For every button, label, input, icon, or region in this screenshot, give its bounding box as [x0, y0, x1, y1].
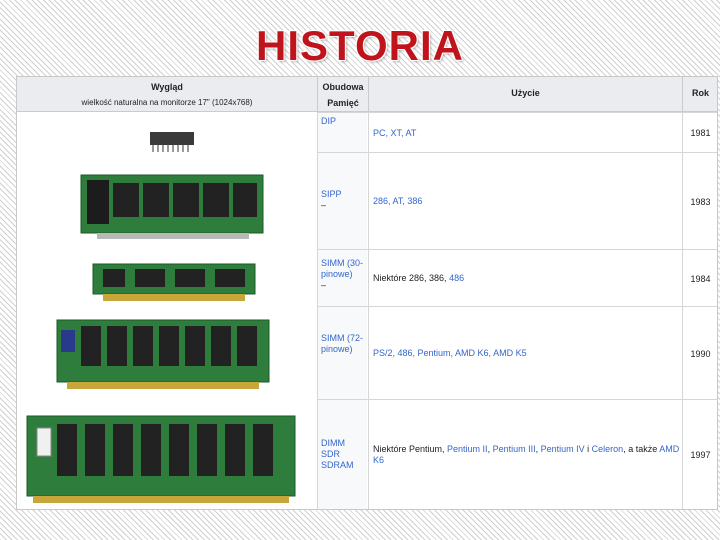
header-use-label: Użycie [511, 88, 540, 98]
table-row-sipp: SIPP – 286, AT, 386 1983 [317, 152, 717, 250]
header-year-label: Rok [691, 88, 709, 98]
header-look-label: Wygląd [151, 82, 183, 92]
header-year: Rok [682, 77, 717, 112]
use-link[interactable]: PC, XT, AT [373, 128, 416, 138]
use-cell: Niektóre 286, 386, 486 [368, 250, 681, 307]
simm72-module-image [56, 319, 270, 389]
year-cell: 1981 [682, 113, 717, 153]
dimm-module-image [26, 415, 296, 503]
module-images-column [17, 112, 315, 509]
case-line: DIMM [321, 438, 345, 448]
case-line: SIMM (72- [321, 333, 364, 343]
header-look: Wygląd wielkość naturalna na monitorze 1… [17, 77, 317, 112]
year-cell: 1983 [682, 153, 717, 250]
use-link[interactable]: Pentium IV [541, 444, 585, 454]
header-case-line2: Pamięć [327, 98, 359, 108]
use-link[interactable]: PS/2, 486, Pentium, AMD K6, AMD K5 [373, 348, 527, 358]
case-line: – [321, 200, 327, 210]
case-line: – [321, 280, 327, 290]
case-cell[interactable]: SIMM (30- pinowe) – [317, 250, 367, 307]
use-text: , a także [623, 444, 660, 454]
case-line: SDR [321, 449, 341, 459]
case-line: pinowe) [321, 269, 353, 279]
use-link[interactable]: 286, AT, 386 [373, 196, 422, 206]
year-cell: 1997 [682, 400, 717, 509]
use-text: Niektóre Pentium, [373, 444, 448, 454]
case-line: SDRAM [321, 460, 354, 470]
case-line: pinowe) [321, 344, 353, 354]
table-row-dip: DIP PC, XT, AT 1981 [317, 112, 717, 153]
table-row-simm30: SIMM (30- pinowe) – Niektóre 286, 386, 4… [317, 249, 717, 307]
case-cell[interactable]: SIPP – [317, 153, 367, 250]
case-cell[interactable]: DIMM SDR SDRAM [317, 400, 367, 509]
year-cell: 1984 [682, 250, 717, 307]
memory-history-table: Wygląd wielkość naturalna na monitorze 1… [16, 76, 718, 510]
header-case: Obudowa Pamięć [317, 77, 368, 112]
use-link[interactable]: Pentium III [493, 444, 536, 454]
use-cell: PC, XT, AT [368, 113, 681, 153]
use-link[interactable]: Celeron [592, 444, 624, 454]
sipp-module-image [80, 174, 264, 239]
case-line: DIP [321, 116, 337, 126]
table-row-simm72: SIMM (72- pinowe) PS/2, 486, Pentium, AM… [317, 306, 717, 400]
simm30-module-image [92, 263, 256, 301]
case-cell[interactable]: DIP [317, 113, 367, 153]
use-text: i [584, 444, 592, 454]
use-text: Niektóre 286, 386, [373, 273, 450, 283]
year-cell: 1990 [682, 307, 717, 400]
use-link[interactable]: Pentium II [447, 444, 488, 454]
header-case-line1: Obudowa [322, 82, 364, 92]
case-cell[interactable]: SIMM (72- pinowe) [317, 307, 367, 400]
use-link[interactable]: 486 [449, 273, 464, 283]
header-look-subtitle: wielkość naturalna na monitorze 17" (102… [81, 98, 253, 107]
case-line: SIMM (30- [321, 258, 364, 268]
use-cell: Niektóre Pentium, Pentium II, Pentium II… [368, 400, 681, 509]
table-row-dimm: DIMM SDR SDRAM Niektóre Pentium, Pentium… [317, 399, 717, 509]
case-line: SIPP [321, 189, 342, 199]
dip-chip-image [150, 132, 194, 152]
use-cell: PS/2, 486, Pentium, AMD K6, AMD K5 [368, 307, 681, 400]
use-cell: 286, AT, 386 [368, 153, 681, 250]
slide-title: HISTORIA [256, 22, 464, 69]
header-use: Użycie [368, 77, 682, 112]
